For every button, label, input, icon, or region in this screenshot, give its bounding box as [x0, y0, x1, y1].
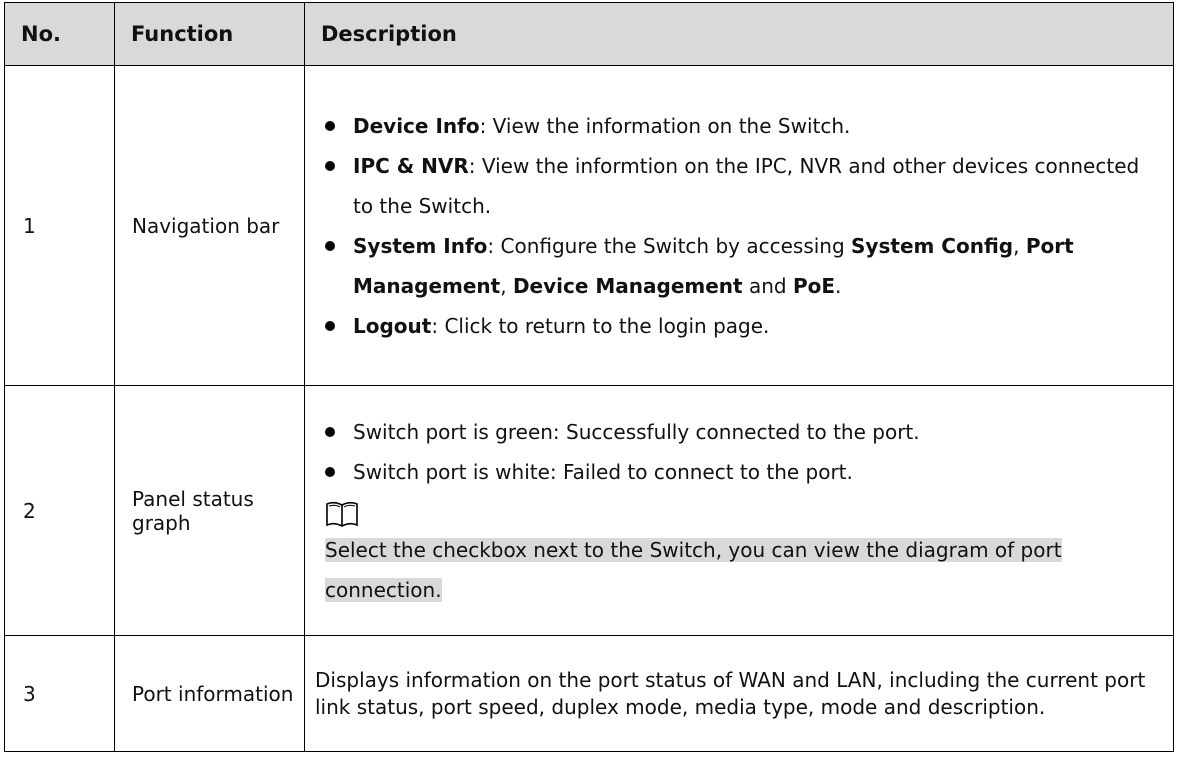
list-item: System Info: Configure the Switch by acc…: [325, 226, 1165, 306]
row-number: 2: [4, 385, 115, 636]
row-function: Port information: [114, 635, 305, 752]
list-item: Switch port is green: Successfully conne…: [325, 412, 1165, 452]
list-item: Logout: Click to return to the login pag…: [325, 306, 1165, 346]
header-description: Description: [304, 2, 1174, 66]
list-item: IPC & NVR: View the informtion on the IP…: [325, 146, 1165, 226]
bullet-list: Switch port is green: Successfully conne…: [325, 412, 1165, 492]
list-item: Switch port is white: Failed to connect …: [325, 452, 1165, 492]
list-item: Device Info: View the information on the…: [325, 106, 1165, 146]
table-row: 2 Panel status graph Switch port is gree…: [4, 385, 1174, 636]
row-description: Device Info: View the information on the…: [304, 65, 1174, 386]
row-number: 3: [4, 635, 115, 752]
row-description: Switch port is green: Successfully conne…: [304, 385, 1174, 636]
header-no: No.: [4, 2, 115, 66]
row-function: Navigation bar: [114, 65, 305, 386]
bullet-list: Device Info: View the information on the…: [325, 106, 1165, 346]
header-row: No. Function Description: [4, 2, 1174, 66]
row-description: Displays information on the port status …: [304, 635, 1174, 752]
row-function: Panel status graph: [114, 385, 305, 636]
book-icon: [326, 501, 358, 527]
header-function: Function: [114, 2, 305, 66]
row-number: 1: [4, 65, 115, 386]
function-table: No. Function Description 1 Navigation ba…: [4, 2, 1174, 752]
table-row: 3 Port information Displays information …: [4, 635, 1174, 752]
table-row: 1 Navigation bar Device Info: View the i…: [4, 65, 1174, 386]
note-text: Select the checkbox next to the Switch, …: [325, 537, 1062, 602]
